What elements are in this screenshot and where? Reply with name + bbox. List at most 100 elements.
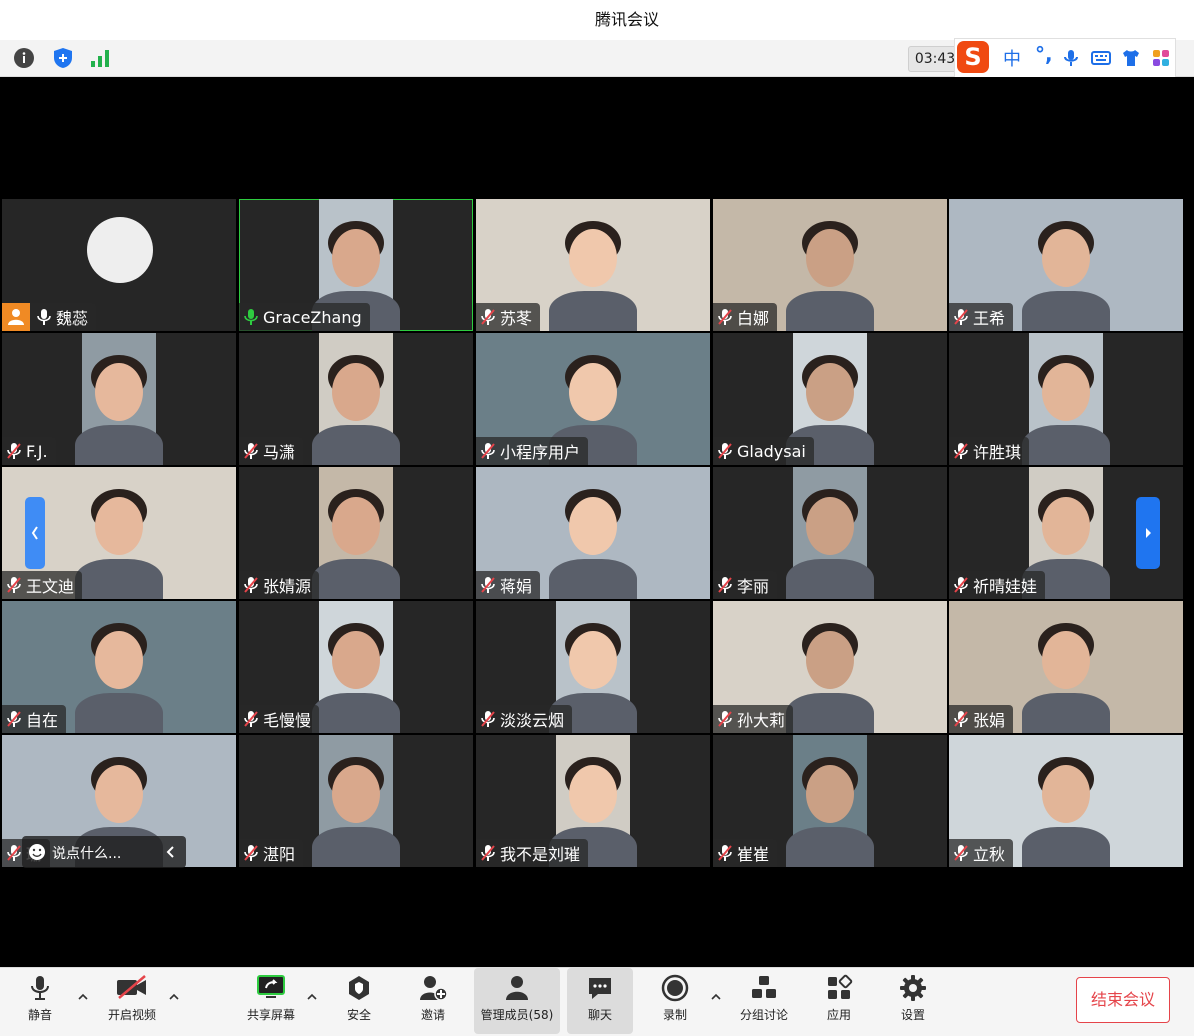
info-icon[interactable] xyxy=(13,47,35,69)
participant-tile[interactable]: 李丽 xyxy=(713,467,947,599)
apps-button[interactable]: 应用 xyxy=(810,968,868,1034)
participant-name: 许胜琪 xyxy=(973,443,1022,462)
participant-name-bar: F.J. xyxy=(2,437,56,465)
security-shield-icon xyxy=(349,976,369,1000)
participant-tile[interactable]: 立秋 xyxy=(949,735,1183,867)
person-body xyxy=(786,693,874,733)
participant-name-bar: 淡淡云烟 xyxy=(476,705,573,733)
person-head xyxy=(95,765,143,823)
manage-members-button[interactable]: 管理成员(58) xyxy=(474,968,560,1034)
microphone-muted-icon xyxy=(244,711,258,727)
shield-icon[interactable] xyxy=(52,47,74,69)
participant-tile[interactable]: 张婧源 xyxy=(239,467,473,599)
chevron-up-icon[interactable] xyxy=(167,990,181,1004)
microphone-muted-icon xyxy=(244,443,258,459)
participant-name-bar: 张婧源 xyxy=(239,571,320,599)
participant-name-bar: 湛阳 xyxy=(239,839,304,867)
chat-icon xyxy=(589,978,611,999)
comment-box[interactable]: 说点什么... xyxy=(22,836,186,868)
participant-name-bar: 魏蕊 xyxy=(2,303,97,331)
participant-tile[interactable]: 马潇 xyxy=(239,333,473,465)
participant-tile[interactable]: 小程序用户 xyxy=(476,333,710,465)
record-icon xyxy=(661,974,689,1002)
end-meeting-button[interactable]: 结束会议 xyxy=(1076,977,1170,1023)
person-head xyxy=(1042,765,1090,823)
participant-name: 淡淡云烟 xyxy=(500,711,565,730)
invite-button[interactable]: 邀请 xyxy=(404,968,462,1034)
participant-name: Gladysai xyxy=(737,441,806,461)
participant-tile[interactable]: 王希 xyxy=(949,199,1183,331)
participant-name-bar: 白娜 xyxy=(713,303,778,331)
microphone-muted-icon xyxy=(244,577,258,593)
share-screen-button[interactable]: 共享屏幕 xyxy=(238,968,304,1034)
participant-tile[interactable]: Gladysai xyxy=(713,333,947,465)
participant-tile[interactable]: 白娜 xyxy=(713,199,947,331)
mute-button[interactable]: 静音 xyxy=(10,968,70,1034)
meeting-toolbar: 静音 开启视频 共享屏幕 安全 邀请 管理成员(58) 聊天 录制 分组讨论 应… xyxy=(0,967,1194,1036)
security-button[interactable]: 安全 xyxy=(330,968,388,1034)
microphone-muted-icon xyxy=(7,845,21,861)
ime-language[interactable]: 中 xyxy=(1003,45,1021,71)
emoji-icon[interactable] xyxy=(28,843,46,861)
microphone-muted-icon xyxy=(718,711,732,727)
participant-name: 我不是刘璀 xyxy=(500,845,581,864)
participant-tile[interactable]: 毛慢慢 xyxy=(239,601,473,733)
participant-name-bar: 小程序用户 xyxy=(476,437,589,465)
ime-toolbar: S 中 °, xyxy=(954,38,1176,78)
skin-icon[interactable] xyxy=(1121,48,1141,68)
person-body xyxy=(1022,827,1110,867)
participant-tile[interactable]: 孙大莉 xyxy=(713,601,947,733)
toolbox-icon[interactable] xyxy=(1151,48,1171,68)
chevron-up-icon[interactable] xyxy=(305,990,319,1004)
participant-name-bar: 立秋 xyxy=(949,839,1014,867)
apps-icon xyxy=(828,974,853,999)
microphone-muted-icon xyxy=(7,443,21,459)
settings-button[interactable]: 设置 xyxy=(884,968,942,1034)
breakout-rooms-button[interactable]: 分组讨论 xyxy=(733,968,795,1034)
ime-punctuation[interactable]: °, xyxy=(1035,42,1053,66)
page-prev-button[interactable] xyxy=(25,497,45,569)
participant-tile[interactable]: F.J. xyxy=(2,333,236,465)
participant-tile[interactable]: 崔崔 xyxy=(713,735,947,867)
video-feed xyxy=(75,333,163,465)
record-button[interactable]: 录制 xyxy=(646,968,704,1034)
video-feed xyxy=(312,735,400,867)
participant-tile[interactable]: 苏苳 xyxy=(476,199,710,331)
comment-placeholder: 说点什么... xyxy=(52,846,122,862)
start-video-button[interactable]: 开启视频 xyxy=(98,968,166,1034)
ime-logo[interactable]: S xyxy=(957,41,989,73)
chevron-up-icon[interactable] xyxy=(709,990,723,1004)
participant-name-bar: 祈晴娃娃 xyxy=(949,571,1046,599)
microphone-muted-icon xyxy=(954,309,968,325)
page-next-button[interactable] xyxy=(1136,497,1160,569)
person-head xyxy=(1042,363,1090,421)
participant-tile[interactable]: 我不是刘璀 xyxy=(476,735,710,867)
microphone-muted-icon xyxy=(481,309,495,325)
chevron-left-icon[interactable] xyxy=(164,844,178,860)
avatar xyxy=(87,217,153,283)
microphone-muted-icon xyxy=(954,711,968,727)
participant-tile[interactable]: 自在 xyxy=(2,601,236,733)
participant-tile[interactable]: 蒋娟 xyxy=(476,467,710,599)
person-body xyxy=(75,425,163,465)
chat-button[interactable]: 聊天 xyxy=(567,968,633,1034)
participant-name: 小程序用户 xyxy=(500,443,581,462)
person-head xyxy=(806,631,854,689)
participant-tile[interactable]: 淡淡云烟 xyxy=(476,601,710,733)
participant-tile[interactable]: 湛阳 xyxy=(239,735,473,867)
keyboard-icon[interactable] xyxy=(1091,48,1111,68)
security-label: 安全 xyxy=(346,1008,371,1022)
participant-tile[interactable]: 魏蕊 xyxy=(2,199,236,331)
participant-name: 自在 xyxy=(26,711,59,730)
signal-icon[interactable] xyxy=(89,47,111,69)
microphone-icon xyxy=(37,309,51,325)
microphone-muted-icon xyxy=(718,845,732,861)
chevron-up-icon[interactable] xyxy=(76,990,90,1004)
video-feed xyxy=(786,735,874,867)
participant-tile[interactable]: 许胜琪 xyxy=(949,333,1183,465)
microphone-icon[interactable] xyxy=(1061,48,1081,68)
person-head xyxy=(569,497,617,555)
participant-tile[interactable]: 张娟 xyxy=(949,601,1183,733)
participant-tile[interactable]: GraceZhang xyxy=(239,199,473,331)
microphone-icon xyxy=(244,309,258,325)
